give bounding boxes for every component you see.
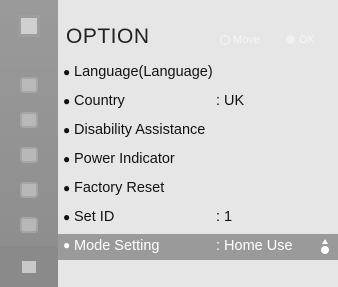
bullet-icon: ● <box>63 152 71 166</box>
sidebar-item-option-menu[interactable] <box>0 8 58 43</box>
audio-icon <box>20 111 38 128</box>
menu-item-label: Language(Language) <box>74 64 213 80</box>
menu-item-set-id[interactable]: ● Set ID : 1 <box>58 207 338 231</box>
move-icon <box>218 33 230 45</box>
menu-item-label: Disability Assistance <box>74 122 206 138</box>
picture-icon <box>20 76 38 93</box>
menu-item-label: Mode Setting <box>74 238 160 254</box>
menu-header: OPTION Move OK <box>58 0 338 58</box>
ok-hint-label: OK <box>299 34 315 46</box>
setup-icon <box>20 146 38 163</box>
sidebar-item-audio[interactable] <box>0 102 58 137</box>
menu-item-label: Factory Reset <box>74 180 165 196</box>
menu-item-value: : Home Use <box>216 238 293 254</box>
move-hint-label: Move <box>233 34 260 46</box>
sidebar-item-setup[interactable] <box>0 137 58 172</box>
option-menu-panel: OPTION Move OK ● Language(Language) ● Co… <box>0 0 338 287</box>
menu-item-label: Set ID <box>74 209 115 225</box>
option-menu-icon <box>18 14 40 37</box>
category-sidebar <box>0 0 58 287</box>
bullet-icon: ● <box>63 210 71 224</box>
bullet-icon: ● <box>63 65 71 79</box>
bullet-icon: ● <box>63 123 71 137</box>
option-icon <box>19 257 39 276</box>
menu-item-mode-setting[interactable]: ● Mode Setting : Home Use <box>58 234 338 260</box>
menu-item-factory-reset[interactable]: ● Factory Reset <box>58 178 338 202</box>
menu-item-country[interactable]: ● Country : UK <box>58 91 338 115</box>
sidebar-item-picture[interactable] <box>0 67 58 102</box>
scroll-indicator-icon <box>320 239 330 255</box>
menu-item-value: : 1 <box>216 209 233 225</box>
sidebar-item-lock[interactable] <box>0 207 58 242</box>
page-title: OPTION <box>66 25 150 48</box>
lock-icon <box>20 216 38 233</box>
time-icon <box>20 181 38 198</box>
menu-item-power-indicator[interactable]: ● Power Indicator <box>58 149 338 173</box>
bullet-icon: ● <box>63 238 71 252</box>
sidebar-item-time[interactable] <box>0 172 58 207</box>
sidebar-item-option[interactable] <box>0 246 58 287</box>
menu-item-label: Country <box>74 93 125 109</box>
menu-item-language[interactable]: ● Language(Language) <box>58 62 338 86</box>
menu-item-label: Power Indicator <box>74 151 175 167</box>
bullet-icon: ● <box>63 181 71 195</box>
menu-item-disability-assistance[interactable]: ● Disability Assistance <box>58 120 338 144</box>
bullet-icon: ● <box>63 94 71 108</box>
menu-item-value: : UK <box>216 93 245 109</box>
ok-icon <box>286 35 295 44</box>
